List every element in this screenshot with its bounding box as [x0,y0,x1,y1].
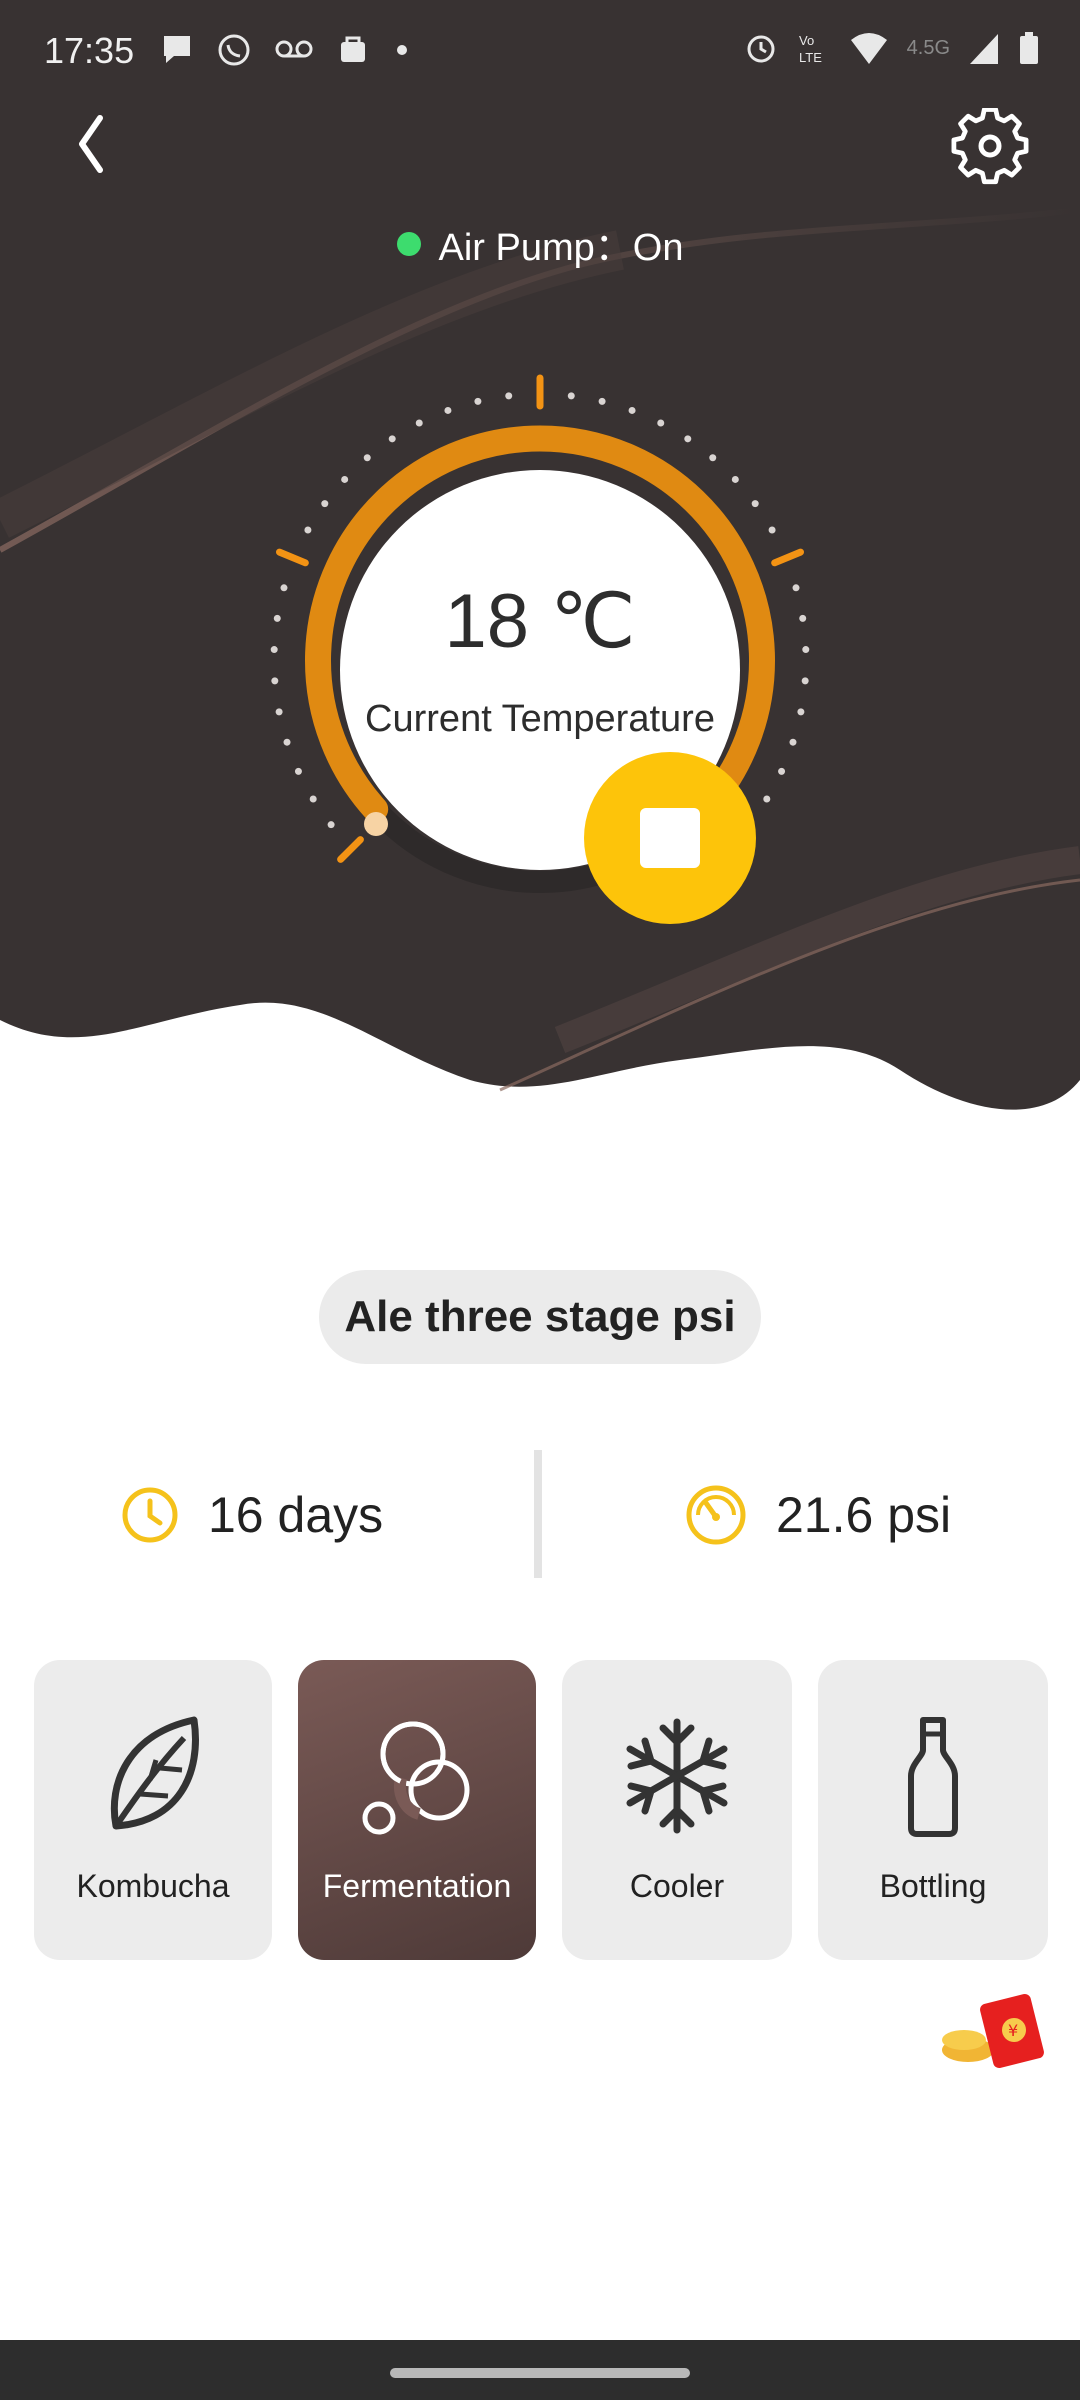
dial-minor-tick [657,419,665,427]
svg-text:LTE: LTE [799,50,822,65]
dial-minor-tick [567,392,575,400]
dot-icon [397,45,407,55]
dial-minor-tick [684,435,692,443]
program-name-pill[interactable]: Ale three stage psi [319,1270,761,1364]
dial-minor-tick [768,526,776,534]
mode-label: Cooler [629,1868,725,1904]
alarm-icon [747,35,775,63]
dial-minor-tick [778,767,786,775]
wifi-icon [850,33,887,64]
notification-icons [160,32,412,68]
current-temperature-label: Current Temperature [365,698,715,740]
dial-minor-tick [799,614,807,622]
dial-minor-tick [275,708,283,716]
dial-minor-tick [474,397,482,405]
dial-minor-tick [341,475,349,483]
signal-icon [970,34,998,64]
air-pump-label: Air Pump： [438,227,633,269]
pressure-stat: 21.6 psi [684,1450,951,1580]
svg-text:Vo: Vo [799,33,814,48]
stats-divider [534,1450,542,1578]
home-handle[interactable] [390,2368,690,2378]
dial-minor-tick [801,677,809,685]
mode-label: Bottling [879,1868,987,1904]
chevron-left-icon [79,115,103,173]
mode-card-kombucha[interactable]: Kombucha [34,1660,272,1960]
whatsapp-icon [218,34,250,66]
bubbles-icon [362,1721,470,1835]
dial-minor-tick [415,419,423,427]
dial-major-tick [337,836,364,863]
dial-minor-tick [797,708,805,716]
dial-minor-tick [709,454,717,462]
system-icons: Vo LTE 4.5G [743,30,1040,66]
dial-minor-tick [751,500,759,508]
network-type: 4.5G [906,36,950,59]
dial-minor-tick [731,475,739,483]
dial-minor-tick [271,677,279,685]
air-pump-value: On [632,227,684,269]
program-name: Ale three stage psi [344,1292,736,1341]
bag-icon [341,36,365,62]
settings-button[interactable] [950,107,1030,188]
voicemail-icon [275,40,313,58]
dial-minor-tick [321,500,329,508]
red-envelope-icon: ¥ [942,1993,1044,2069]
dial-minor-tick [283,738,291,746]
chat-bubble-icon [164,36,190,63]
dial-major-tick [275,548,309,567]
dial-minor-tick [792,584,800,592]
dial-minor-tick [505,392,513,400]
back-button[interactable] [60,100,140,180]
stop-icon [640,808,700,868]
temperature-knob [364,812,388,836]
stats-row: 16 days 21.6 psi [0,1450,1080,1580]
pressure-value: 21.6 psi [776,1487,952,1543]
battery-icon [1020,32,1038,64]
stop-button[interactable] [584,752,756,924]
dial-minor-tick [763,795,771,803]
svg-text:¥: ¥ [1008,2021,1018,2040]
mode-card-bottling[interactable]: Bottling [818,1660,1048,1960]
air-pump-indicator [396,231,421,256]
snowflake-icon [626,1718,728,1834]
status-time: 17:35 [44,30,135,71]
mode-card-fermentation[interactable]: Fermentation [298,1660,536,1960]
status-bar: 17:35 Vo LTE 4.5G [0,0,1080,104]
clock-icon [122,1487,178,1543]
dial-minor-tick [280,584,288,592]
dial-minor-tick [294,767,302,775]
duration-value: 16 days [208,1487,384,1543]
mode-card-cooler[interactable]: Cooler [562,1660,792,1960]
mode-label: Kombucha [76,1868,230,1904]
red-packet-button[interactable]: ¥ [936,1990,1054,2074]
dial-minor-tick [270,646,278,654]
leaf-icon [110,1716,199,1830]
dial-minor-tick [388,435,396,443]
dial-minor-tick [273,614,281,622]
current-temperature: 18 ℃ [444,579,636,664]
bottle-icon [908,1717,958,1837]
dial-minor-tick [789,738,797,746]
dial-minor-tick [628,406,636,414]
mode-label: Fermentation [322,1868,512,1904]
dial-minor-tick [363,454,371,462]
hero-header: 17:35 Vo LTE 4.5G Air Pump：On 18 ℃ Curre… [0,0,1080,1120]
duration-stat: 16 days [120,1450,383,1580]
dial-minor-tick [598,397,606,405]
air-pump-status: Air Pump：On [0,216,1080,271]
dial-major-tick [771,548,805,567]
dial-minor-tick [802,646,810,654]
dial-minor-tick [309,795,317,803]
gear-icon [951,107,1029,185]
volte-icon: Vo LTE [799,33,822,65]
dial-minor-tick [444,406,452,414]
gauge-icon [686,1485,746,1545]
dial-minor-tick [304,526,312,534]
dial-minor-tick [327,821,335,829]
